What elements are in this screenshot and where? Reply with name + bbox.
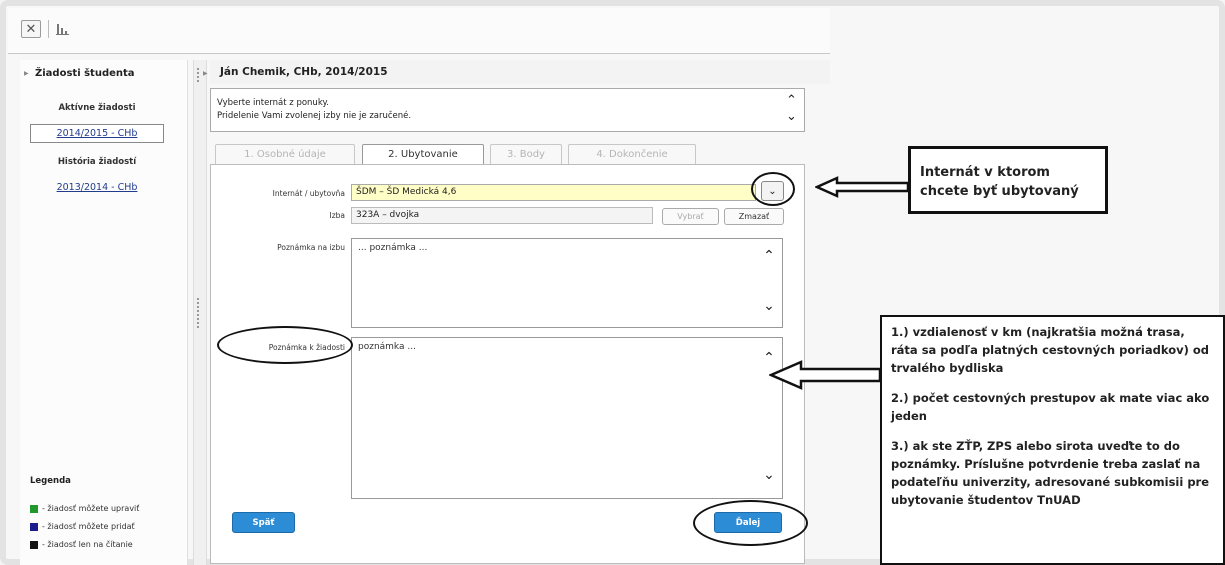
highlight-ellipse: [217, 326, 353, 364]
highlight-ellipse: [693, 500, 808, 546]
annotation-box: Internát v ktorom chcete byť ubytovaný: [908, 146, 1108, 214]
internat-select[interactable]: ŠDM – ŠD Medická 4,6: [351, 184, 756, 201]
scroll-up-icon[interactable]: ⌃: [762, 248, 776, 264]
request-note-input[interactable]: poznámka ...: [351, 337, 783, 499]
legend-item: - žiadosť môžete upraviť: [30, 504, 139, 513]
annotation-item: 2.) počet cestovných prestupov ak mate v…: [891, 391, 1210, 423]
legend-swatch-green: [30, 504, 38, 513]
tab-points[interactable]: 3. Body: [490, 144, 562, 164]
tab-accommodation[interactable]: 2. Ubytovanie: [362, 144, 484, 164]
legend-item: - žiadosť len na čítanie: [30, 540, 133, 549]
annotation-item: 1.) vzdialenosť v km (najkratšia možná t…: [891, 325, 1209, 375]
highlight-ellipse: [751, 172, 795, 206]
back-button[interactable]: Späť: [232, 512, 295, 533]
room-note-label: Poznámka na izbu: [277, 243, 345, 252]
chart-icon[interactable]: [56, 22, 70, 36]
legend-item: - žiadosť môžete pridať: [30, 522, 135, 531]
toolbar-separator: [48, 20, 49, 38]
active-request-link[interactable]: 2014/2015 - CHb: [32, 128, 162, 139]
info-line: Vyberte internát z ponuky.: [217, 98, 329, 108]
tab-completion[interactable]: 4. Dokončenie: [568, 144, 696, 164]
legend-title: Legenda: [30, 476, 71, 486]
splitter-grip: [197, 68, 201, 82]
select-room-button[interactable]: Vybrať: [662, 208, 719, 225]
active-requests-heading: Aktívne žiadosti: [58, 103, 136, 113]
annotation-box: 1.) vzdialenosť v km (najkratšia možná t…: [880, 315, 1225, 565]
student-title: Ján Chemik, CHb, 2014/2015: [220, 66, 388, 78]
info-line: Pridelenie Vami zvolenej izby nie je zar…: [217, 111, 412, 121]
room-note-input[interactable]: ... poznámka ...: [351, 238, 783, 328]
arrow-left-icon: [815, 176, 910, 198]
internat-label: Internát / ubytovňa: [272, 189, 345, 198]
izba-field: 323A – dvojka: [351, 207, 653, 224]
splitter-grip: [197, 298, 201, 328]
scroll-up-icon[interactable]: ⌃: [786, 93, 797, 108]
scroll-down-icon[interactable]: ⌄: [762, 467, 776, 483]
legend-swatch-blue: [30, 522, 38, 531]
scroll-down-icon[interactable]: ⌄: [786, 109, 797, 124]
collapse-icon[interactable]: ▶: [203, 70, 208, 77]
tab-personal[interactable]: 1. Osobné údaje: [215, 144, 355, 164]
arrow-left-icon: [769, 360, 882, 390]
info-message: Vyberte internát z ponuky. Pridelenie Va…: [210, 88, 805, 132]
annotation-item: 3.) ak ste ZŤP, ZPS alebo sirota uveďte …: [891, 439, 1210, 507]
delete-room-button[interactable]: Zmazať: [724, 208, 784, 225]
history-heading: História žiadostí: [57, 157, 137, 167]
toolbar: [8, 8, 830, 54]
history-request-link[interactable]: 2013/2014 - CHb: [32, 182, 162, 193]
close-icon: ✕: [25, 21, 37, 37]
scroll-down-icon[interactable]: ⌄: [762, 298, 776, 314]
legend-swatch-black: [30, 540, 38, 549]
close-button[interactable]: ✕: [21, 20, 41, 38]
collapse-icon[interactable]: ▶: [24, 70, 29, 77]
izba-label: Izba: [329, 211, 345, 220]
left-panel-title: Žiadosti študenta: [35, 68, 135, 79]
